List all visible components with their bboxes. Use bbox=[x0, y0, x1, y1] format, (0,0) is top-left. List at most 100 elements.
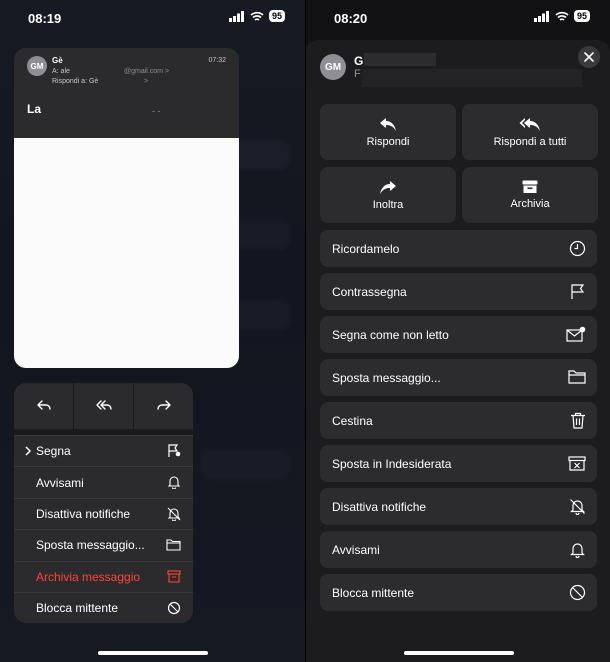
block-icon bbox=[569, 584, 586, 601]
menu-item-label: Cestina bbox=[332, 413, 373, 428]
bell-icon bbox=[570, 543, 585, 558]
archive-icon bbox=[522, 180, 538, 193]
menu-item-disattiva-notifiche[interactable]: Disattiva notifiche bbox=[320, 488, 597, 525]
menu-item-archivia-messaggio[interactable]: Archivia messaggio bbox=[14, 560, 193, 592]
menu-item-label: Ricordamelo bbox=[332, 241, 400, 256]
redaction bbox=[364, 53, 436, 66]
envelope-dot-icon bbox=[566, 326, 586, 342]
home-indicator[interactable] bbox=[404, 651, 514, 655]
menu-item-disattiva-notifiche[interactable]: Disattiva notifiche bbox=[14, 497, 193, 529]
archive-icon bbox=[167, 570, 181, 583]
tile-label: Rispondi bbox=[366, 135, 410, 148]
sender-name: Gѐ bbox=[52, 56, 63, 65]
menu-item-segna[interactable]: Segna bbox=[14, 435, 193, 466]
signal-icon bbox=[533, 10, 549, 22]
home-indicator[interactable] bbox=[98, 651, 208, 655]
block-icon bbox=[167, 601, 181, 615]
archive-button[interactable]: Archivia bbox=[462, 167, 598, 223]
signal-icon bbox=[228, 10, 244, 22]
email-subject: La bbox=[27, 102, 42, 116]
sender-address: F bbox=[354, 68, 361, 80]
menu-item-blocca-mittente[interactable]: Blocca mittente bbox=[320, 574, 597, 611]
email-time: 07:32 bbox=[208, 57, 226, 64]
clock-icon bbox=[569, 240, 586, 257]
reply-all-icon bbox=[95, 400, 112, 410]
menu-item-label: Contrassegna bbox=[332, 284, 407, 299]
reply-all-button[interactable] bbox=[73, 383, 133, 429]
menu-item-contrassegna[interactable]: Contrassegna bbox=[320, 273, 597, 310]
bell-slash-icon bbox=[570, 499, 585, 515]
menu-item-label: Avvisami bbox=[36, 475, 84, 490]
status-bar: 08:20 95 bbox=[306, 8, 610, 28]
blurred-background bbox=[200, 450, 290, 480]
reply-button[interactable]: Rispondi bbox=[320, 104, 456, 160]
reply-icon bbox=[36, 400, 51, 410]
forward-icon bbox=[156, 400, 171, 410]
menu-item-label: Sposta in Indesiderata bbox=[332, 456, 452, 471]
menu-item-avvisami[interactable]: Avvisami bbox=[14, 466, 193, 497]
status-bar: 08:19 95 bbox=[0, 8, 305, 28]
menu-item-cestina[interactable]: Cestina bbox=[320, 402, 597, 439]
menu-item-label: Avvisami bbox=[332, 542, 380, 557]
menu-item-label: Segna come non letto bbox=[332, 327, 449, 342]
email-header: GM Gѐ A: ale @gmail.com > Rispondi a: Gѐ… bbox=[14, 48, 239, 138]
menu-item-ricordamelo[interactable]: Ricordamelo bbox=[320, 230, 597, 267]
battery-icon: 95 bbox=[573, 10, 590, 22]
menu-item-label: Segna bbox=[36, 444, 71, 459]
context-menu: Segna Avvisami Disattiva notifiche Spost… bbox=[14, 383, 193, 623]
junk-icon bbox=[568, 456, 586, 471]
menu-item-label: Sposta messaggio... bbox=[332, 370, 441, 385]
sender-name: G bbox=[354, 54, 364, 68]
flag-dot-icon bbox=[168, 444, 181, 457]
email-body bbox=[14, 138, 239, 368]
bell-slash-icon bbox=[167, 507, 181, 521]
menu-item-label: Sposta messaggio... bbox=[36, 538, 145, 553]
menu-item-sposta-messaggio[interactable]: Sposta messaggio... bbox=[14, 529, 193, 560]
close-icon bbox=[584, 52, 594, 62]
quick-actions bbox=[14, 383, 193, 435]
menu-item-sposta-in-indesiderata[interactable]: Sposta in Indesiderata bbox=[320, 445, 597, 482]
trash-icon bbox=[571, 412, 585, 429]
clock: 08:20 bbox=[334, 11, 368, 26]
forward-icon bbox=[380, 180, 396, 194]
folder-icon bbox=[568, 370, 586, 384]
menu-item-label: Blocca mittente bbox=[332, 585, 415, 600]
reply-all-icon bbox=[519, 117, 540, 131]
redaction bbox=[362, 69, 582, 87]
tile-label: Archivia bbox=[510, 198, 550, 210]
email-preview[interactable]: GM Gѐ A: ale @gmail.com > Rispondi a: Gѐ… bbox=[14, 48, 239, 368]
menu-item-avvisami[interactable]: Avvisami bbox=[320, 531, 597, 568]
menu-item-label: Archivia messaggio bbox=[36, 569, 141, 584]
right-screen: 08:20 95 GM G F Rispondi Rispondi a tutt… bbox=[306, 0, 610, 662]
action-sheet: GM G F Rispondi Rispondi a tutti Inoltra… bbox=[306, 40, 610, 662]
menu-item-label: Blocca mittente bbox=[36, 601, 119, 616]
forward-button[interactable] bbox=[133, 383, 193, 429]
wifi-icon bbox=[555, 11, 569, 21]
reply-all-button[interactable]: Rispondi a tutti bbox=[462, 104, 598, 160]
wifi-icon bbox=[250, 11, 264, 21]
bell-icon bbox=[167, 476, 181, 490]
recipient-address: @gmail.com > bbox=[124, 68, 170, 75]
recipient: A: ale bbox=[52, 68, 70, 75]
avatar: GM bbox=[27, 56, 47, 76]
forward-button[interactable]: Inoltra bbox=[320, 167, 456, 223]
clock: 08:19 bbox=[28, 11, 62, 26]
reply-icon bbox=[380, 117, 396, 131]
menu-item-segna-come-non-letto[interactable]: Segna come non letto bbox=[320, 316, 597, 353]
menu-item-label: Disattiva notifiche bbox=[332, 499, 427, 514]
chevron-right-icon bbox=[25, 446, 32, 456]
reply-button[interactable] bbox=[14, 383, 73, 429]
menu-item-blocca-mittente[interactable]: Blocca mittente bbox=[14, 591, 193, 623]
tile-label: Rispondi a tutti bbox=[493, 135, 567, 148]
avatar: GM bbox=[320, 54, 346, 80]
email-snippet: - - bbox=[152, 106, 161, 116]
flag-icon bbox=[571, 284, 585, 299]
close-button[interactable] bbox=[578, 46, 600, 68]
tile-label: Inoltra bbox=[372, 198, 404, 211]
battery-icon: 95 bbox=[268, 10, 285, 22]
folder-icon bbox=[166, 539, 181, 551]
reply-to: Rispondi a: Gѐ bbox=[52, 78, 99, 85]
left-screen: 08:19 95 GM Gѐ A: ale @gmail.com > Rispo… bbox=[0, 0, 305, 662]
reply-to-chevron: > bbox=[144, 78, 149, 85]
menu-item-sposta-messaggio[interactable]: Sposta messaggio... bbox=[320, 359, 597, 396]
